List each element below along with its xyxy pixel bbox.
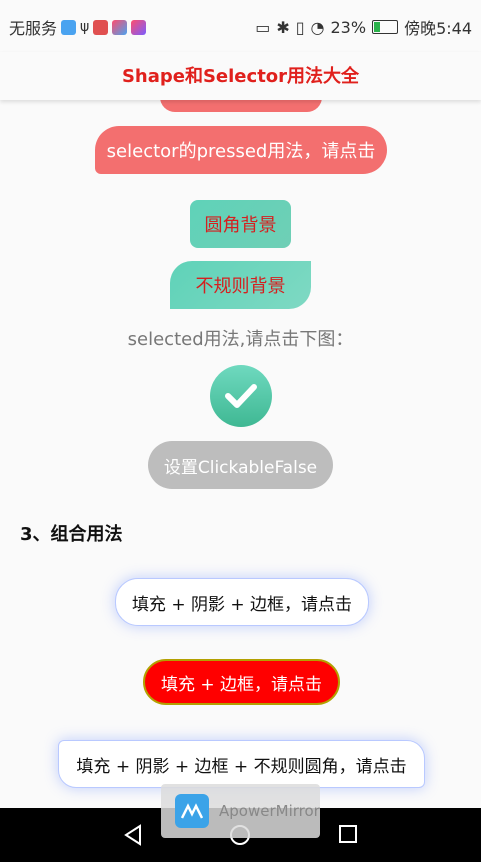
vibrate-icon: ▯ [295, 17, 305, 37]
apowermirror-logo-icon [175, 794, 209, 828]
battery-percent: 23% [330, 17, 367, 37]
pressed-selector-button[interactable]: selector的pressed用法，请点击 [95, 126, 387, 174]
selected-hint-text: selected用法,请点击下图： [127, 329, 354, 350]
section-title: 3、组合用法 [20, 524, 123, 545]
status-bar: 无服务 ψ ▭ ✱ ▯ ◔ 23% 傍晚5:44 [0, 0, 481, 52]
round-background-button[interactable]: 圆角背景 [190, 200, 291, 248]
page-title: Shape和Selector用法大全 [121, 66, 360, 87]
clickable-false-button[interactable]: 设置ClickableFalse [148, 441, 333, 489]
scroll-content[interactable]: selector的pressed用法，请点击 圆角背景 不规则背景 select… [0, 100, 481, 808]
recents-icon[interactable] [338, 824, 358, 844]
huawei-icon [93, 19, 109, 35]
cast-icon: ▭ [255, 17, 271, 37]
fill-shadow-border-irregular-button[interactable]: 填充 + 阴影 + 边框 + 不规则圆角，请点击 [58, 740, 425, 788]
check-icon [225, 384, 257, 408]
status-left: 无服务 ψ [9, 15, 147, 39]
fill-shadow-border-button[interactable]: 填充 + 阴影 + 边框，请点击 [115, 578, 369, 626]
bluetooth-icon: ✱ [276, 17, 290, 37]
fill-border-button[interactable]: 填充 + 边框，请点击 [143, 659, 340, 705]
carrier-text: 无服务 [9, 19, 58, 38]
wifi-icon: ◔ [310, 17, 325, 37]
battery-icon [372, 20, 399, 34]
selected-check-button[interactable] [210, 365, 272, 427]
app-icon-1 [112, 19, 128, 35]
app-bar: Shape和Selector用法大全 [0, 52, 481, 100]
apowermirror-watermark: ApowerMirror [161, 784, 320, 838]
irregular-background-button[interactable]: 不规则背景 [170, 261, 311, 309]
status-right: ▭ ✱ ▯ ◔ 23% 傍晚5:44 [255, 15, 472, 39]
app-notification-icon [61, 19, 77, 35]
back-icon[interactable] [122, 824, 144, 846]
clock: 傍晚5:44 [404, 19, 472, 38]
usb-icon: ψ [80, 19, 90, 35]
watermark-label: ApowerMirror [219, 802, 320, 820]
app-icon-2 [131, 19, 147, 35]
partial-pill-button[interactable] [160, 100, 322, 112]
